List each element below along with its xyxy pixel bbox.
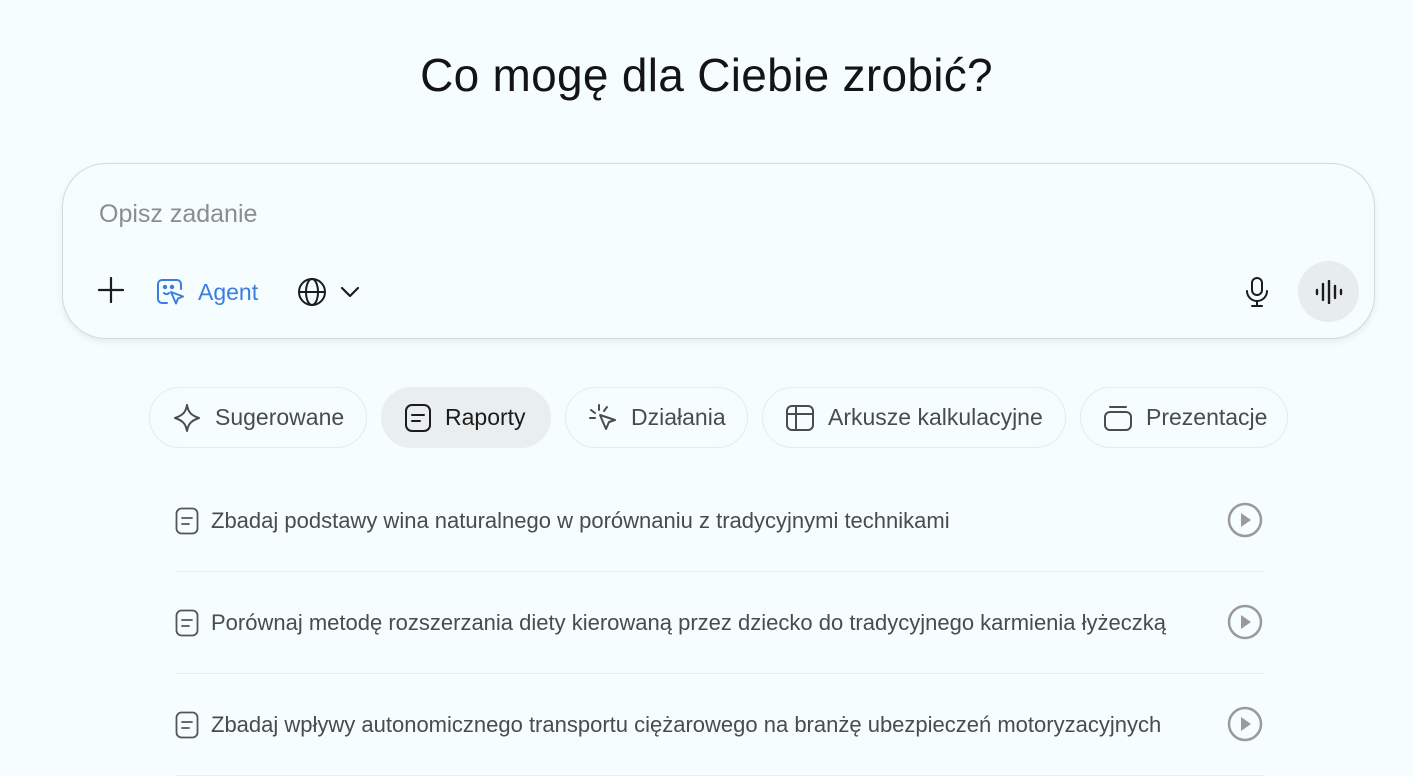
plus-icon (97, 276, 125, 304)
agent-cursor-icon (157, 279, 184, 305)
tab-label: Sugerowane (215, 404, 345, 430)
tab-label: Raporty (445, 404, 526, 430)
tab-label: Arkusze kalkulacyjne (828, 404, 1043, 430)
play-icon[interactable] (1227, 502, 1263, 538)
agent-mode-button[interactable]: Agent (155, 272, 258, 312)
language-selector[interactable] (297, 272, 361, 312)
play-icon[interactable] (1227, 604, 1263, 640)
suggestion-text: Porównaj metodę rozszerzania diety kiero… (211, 610, 1167, 635)
suggestion-text: Zbadaj wpływy autonomicznego transportu … (211, 712, 1162, 737)
microphone-icon (1246, 277, 1268, 307)
document-icon (175, 609, 199, 637)
suggestion-text: Zbadaj podstawy wina naturalnego w porów… (211, 508, 950, 533)
microphone-button[interactable] (1237, 272, 1277, 312)
globe-icon (298, 278, 326, 306)
list-item[interactable]: Zbadaj wpływy autonomicznego transportu … (175, 674, 1265, 776)
click-cursor-icon (589, 403, 616, 430)
document-icon (405, 403, 431, 432)
agent-label: Agent (198, 278, 259, 305)
play-icon[interactable] (1227, 706, 1263, 742)
suggestion-list: Zbadaj podstawy wina naturalnego w porów… (175, 470, 1265, 776)
tab-label: Prezentacje (1146, 404, 1268, 430)
tab-prezentacje[interactable]: Prezentacje (1080, 387, 1288, 448)
spreadsheet-icon (786, 404, 814, 431)
tab-sugerowane[interactable]: Sugerowane (149, 387, 367, 448)
add-attachment-button[interactable] (91, 270, 131, 310)
page-title: Co mogę dla Ciebie zrobić? (420, 49, 993, 101)
task-composer: Agent (62, 163, 1375, 339)
task-input[interactable] (99, 194, 1199, 234)
slides-icon (1104, 405, 1132, 431)
sparkle-icon (174, 403, 200, 432)
document-icon (175, 711, 199, 739)
document-icon (175, 507, 199, 535)
tab-dzialania[interactable]: Działania (565, 387, 748, 448)
tab-label: Działania (631, 404, 726, 430)
tab-arkusze[interactable]: Arkusze kalkulacyjne (762, 387, 1066, 448)
audio-waveform-icon (1315, 279, 1342, 304)
list-item[interactable]: Porównaj metodę rozszerzania diety kiero… (175, 572, 1265, 674)
voice-mode-button[interactable] (1298, 261, 1359, 322)
list-item[interactable]: Zbadaj podstawy wina naturalnego w porów… (175, 470, 1265, 572)
chevron-down-icon (340, 286, 360, 298)
tab-raporty[interactable]: Raporty (381, 387, 551, 448)
